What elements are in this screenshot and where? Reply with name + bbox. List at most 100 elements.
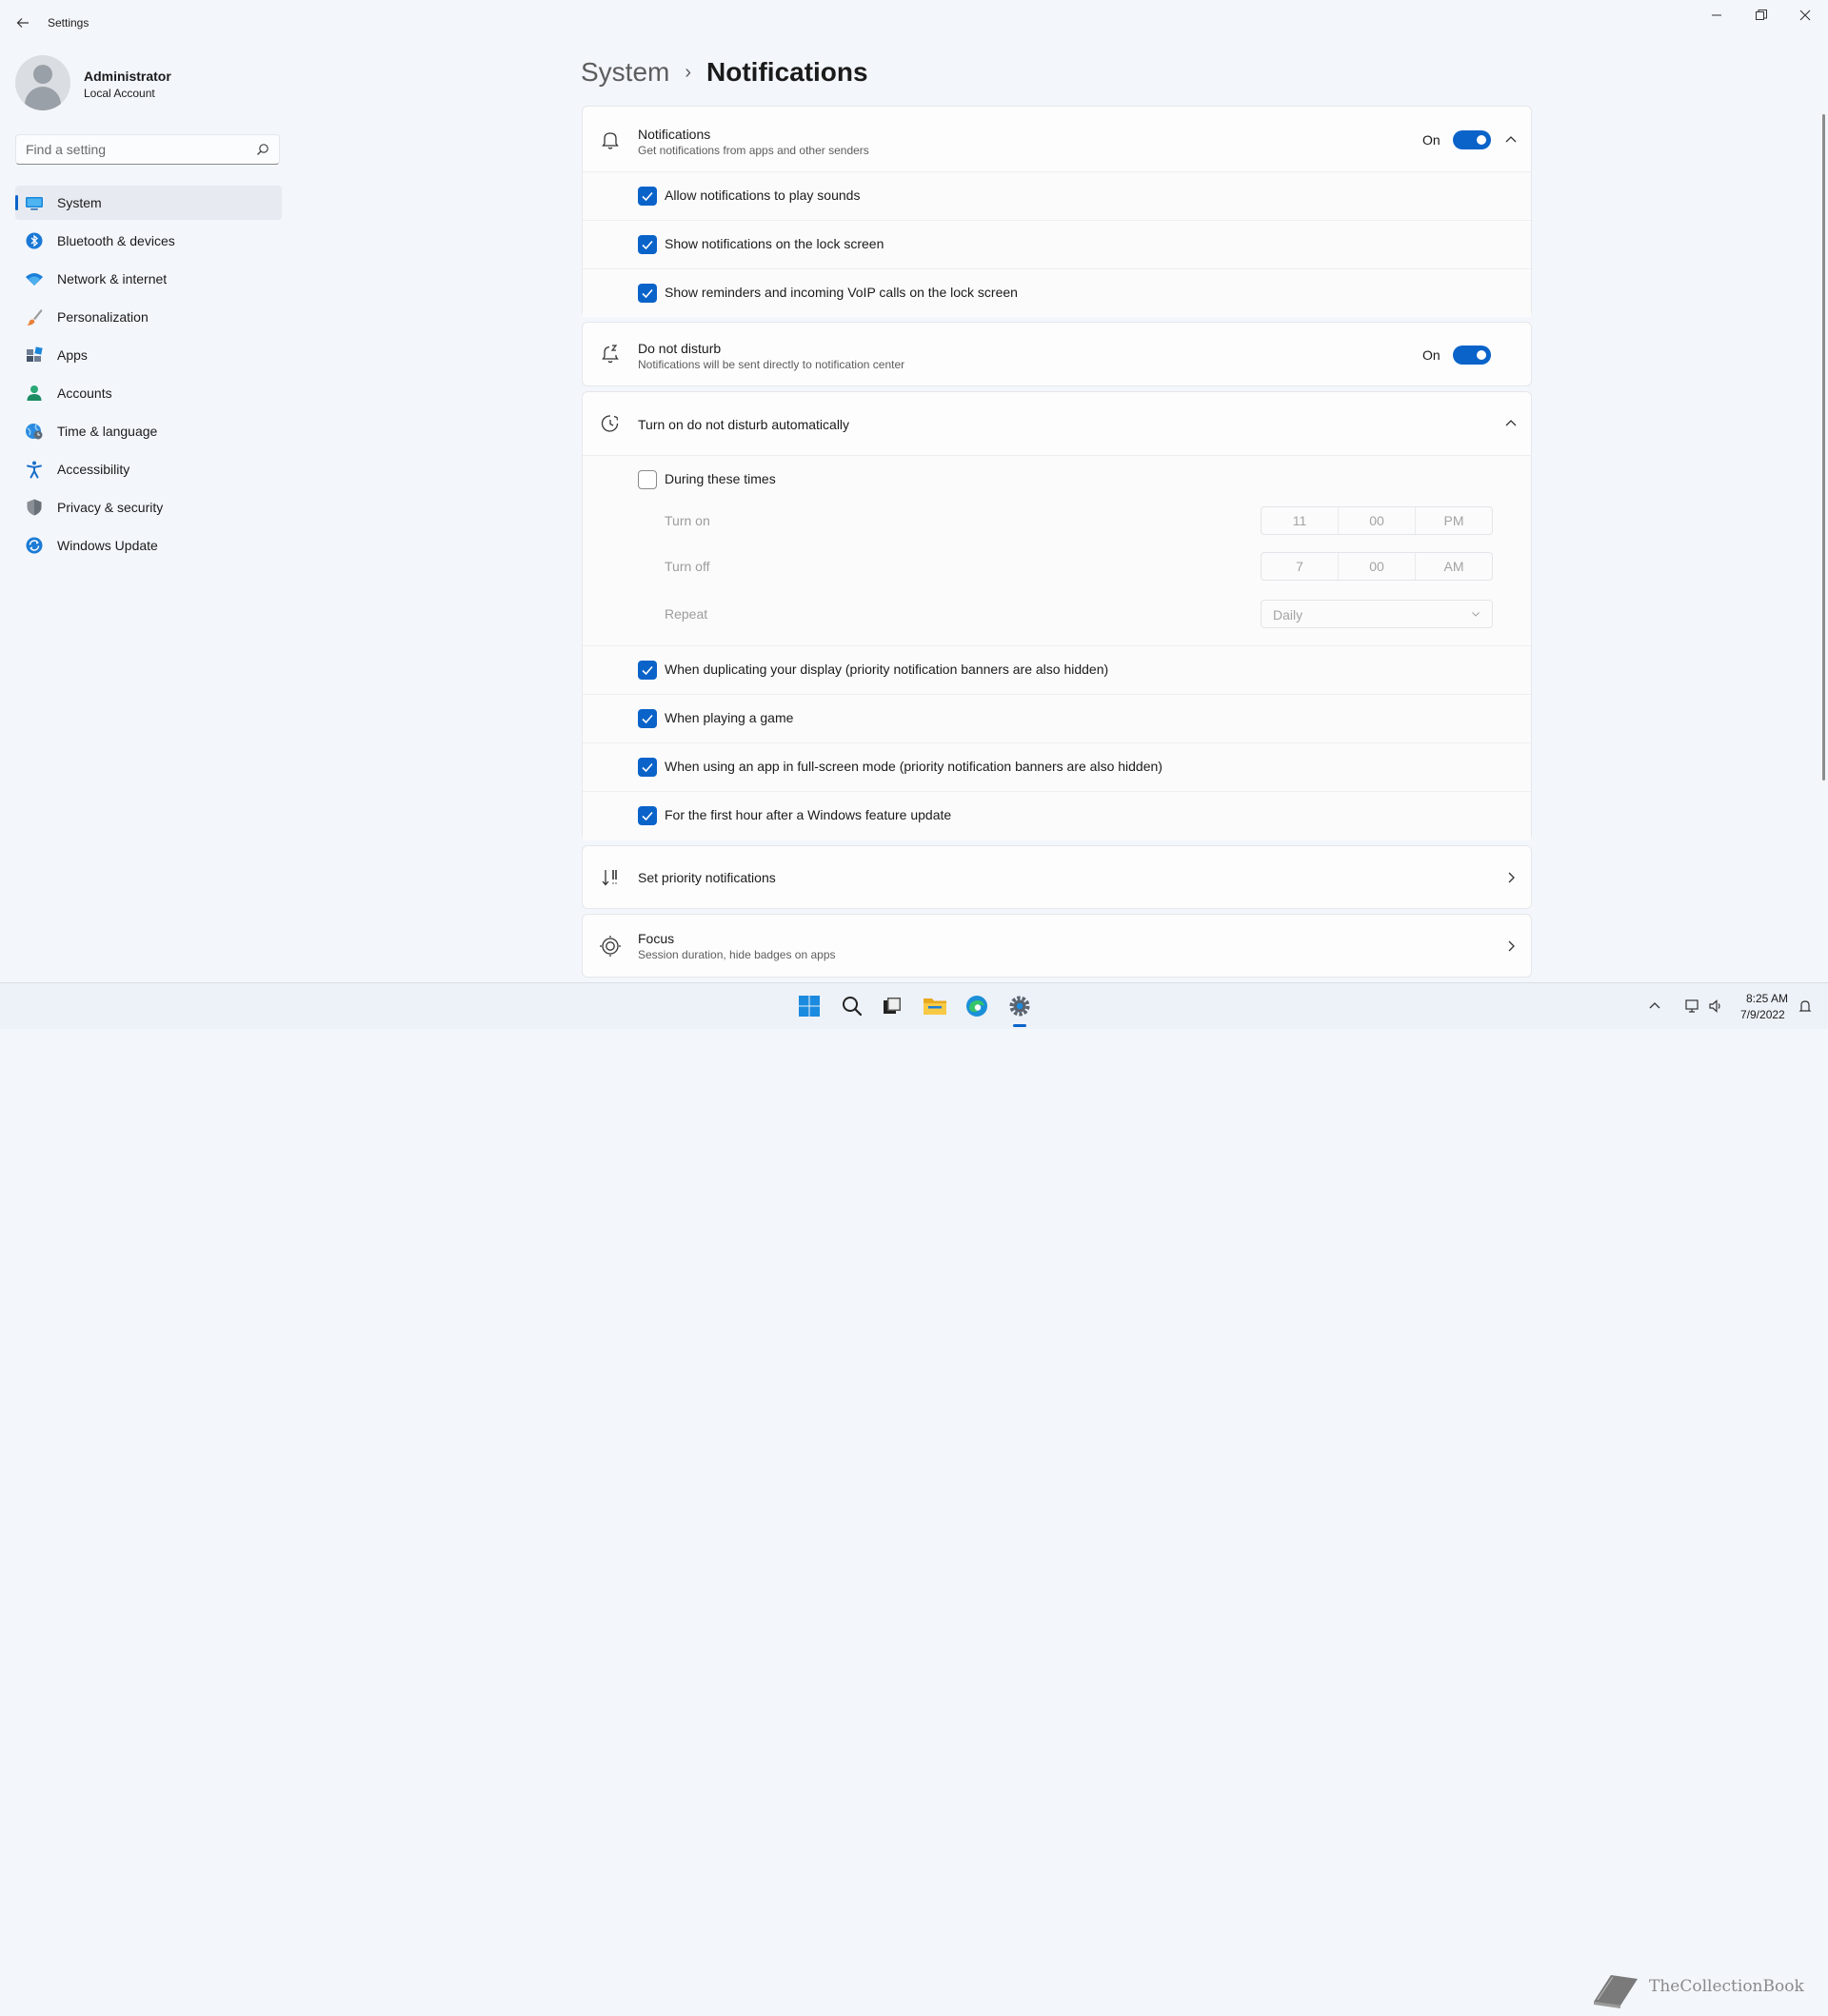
notifications-header[interactable]: Notifications Get notifications from app… <box>583 107 1531 171</box>
list-item: When duplicating your display (priority … <box>583 645 1531 694</box>
wifi-icon <box>26 273 43 286</box>
sidebar-item-personalization[interactable]: Personalization <box>15 300 282 334</box>
turn-off-label: Turn off <box>665 559 710 574</box>
list-item: Allow notifications to play sounds <box>583 171 1531 220</box>
repeat-dropdown[interactable]: Daily <box>1261 600 1493 628</box>
sidebar-item-apps[interactable]: Apps <box>15 338 282 372</box>
active-app-indicator <box>1013 1024 1026 1027</box>
bell-snooze-icon <box>602 345 619 364</box>
turn-on-hour[interactable]: 11 <box>1262 507 1339 534</box>
chevron-up-icon[interactable] <box>1503 132 1519 148</box>
restore-icon[interactable] <box>1739 0 1783 30</box>
watermark-logo: TheCollectionBook <box>1588 1966 1804 2011</box>
sidebar-item-windows-update[interactable]: Windows Update <box>15 528 282 563</box>
checkmark-icon <box>642 714 653 724</box>
settings-gear-icon[interactable] <box>1006 993 1033 1019</box>
checkbox-label: When duplicating your display (priority … <box>665 662 1109 677</box>
search-box[interactable] <box>15 134 280 165</box>
turn-on-minute[interactable]: 00 <box>1339 507 1416 534</box>
list-item: Show reminders and incoming VoIP calls o… <box>583 268 1531 317</box>
schedule-section: During these times Turn on 11 00 PM Turn… <box>583 455 1531 645</box>
sidebar-item-label: System <box>57 195 102 210</box>
list-item: For the first hour after a Windows featu… <box>583 791 1531 840</box>
user-profile[interactable]: Administrator Local Account <box>15 55 282 112</box>
checkmark-icon <box>642 191 653 202</box>
notifications-card: Notifications Get notifications from app… <box>582 106 1532 317</box>
auto-dnd-card: Turn on do not disturb automatically Dur… <box>582 391 1532 840</box>
focus-subtitle: Session duration, hide badges on apps <box>638 948 836 961</box>
active-indicator <box>15 195 18 210</box>
checkbox-play-sounds[interactable] <box>638 187 657 206</box>
chevron-up-tray-icon[interactable] <box>1647 998 1662 1014</box>
dnd-header: Do not disturb Notifications will be sen… <box>583 323 1531 385</box>
notification-center-icon[interactable] <box>1798 998 1813 1014</box>
auto-dnd-title: Turn on do not disturb automatically <box>638 417 850 432</box>
page-title: Notifications <box>706 57 868 87</box>
breadcrumb-parent[interactable]: System <box>581 57 669 88</box>
scrollbar[interactable] <box>1822 114 1825 781</box>
turn-on-time-picker[interactable]: 11 00 PM <box>1261 506 1493 535</box>
sidebar-item-bluetooth[interactable]: Bluetooth & devices <box>15 224 282 258</box>
globe-clock-icon <box>26 424 43 440</box>
windows-start-icon[interactable] <box>796 993 823 1019</box>
sidebar-item-accounts[interactable]: Accounts <box>15 376 282 410</box>
volume-icon[interactable] <box>1708 998 1723 1014</box>
edge-icon[interactable] <box>964 993 990 1019</box>
notifications-toggle[interactable] <box>1453 130 1491 149</box>
minimize-icon[interactable] <box>1695 0 1739 30</box>
sidebar-item-privacy[interactable]: Privacy & security <box>15 490 282 524</box>
checkbox-during-times[interactable] <box>638 470 657 489</box>
checkbox-label: When using an app in full-screen mode (p… <box>665 759 1162 774</box>
notifications-toggle-state: On <box>1422 132 1441 148</box>
sidebar-item-system[interactable]: System <box>15 186 282 220</box>
checkbox-playing-game[interactable] <box>638 709 657 728</box>
bell-icon <box>602 132 619 149</box>
clock-time[interactable]: 8:25 AM <box>1746 992 1788 1005</box>
sidebar-item-label: Windows Update <box>57 538 158 553</box>
checkbox-label: Show reminders and incoming VoIP calls o… <box>665 285 1018 300</box>
checkbox-label: For the first hour after a Windows featu… <box>665 807 952 822</box>
turn-off-time-picker[interactable]: 7 00 AM <box>1261 552 1493 581</box>
search-icon[interactable] <box>256 143 269 156</box>
file-explorer-icon[interactable] <box>922 993 948 1019</box>
priority-sort-icon <box>602 870 617 886</box>
turn-off-period[interactable]: AM <box>1416 553 1492 580</box>
close-icon[interactable] <box>1783 0 1827 30</box>
back-arrow-icon[interactable] <box>11 11 34 34</box>
checkbox-label: Show notifications on the lock screen <box>665 236 884 251</box>
turn-off-hour[interactable]: 7 <box>1262 553 1339 580</box>
turn-on-period[interactable]: PM <box>1416 507 1492 534</box>
checkbox-label: During these times <box>665 471 776 486</box>
clock-date[interactable]: 7/9/2022 <box>1740 1008 1785 1021</box>
shield-icon <box>27 499 42 516</box>
checkbox-label: When playing a game <box>665 710 794 725</box>
focus-card[interactable]: Focus Session duration, hide badges on a… <box>582 914 1532 978</box>
auto-dnd-header[interactable]: Turn on do not disturb automatically <box>583 392 1531 455</box>
sidebar-item-network[interactable]: Network & internet <box>15 262 282 296</box>
repeat-label: Repeat <box>665 606 708 622</box>
checkmark-icon <box>642 762 653 773</box>
dnd-card: Do not disturb Notifications will be sen… <box>582 322 1532 386</box>
turn-off-minute[interactable]: 00 <box>1339 553 1416 580</box>
checkmark-icon <box>642 811 653 821</box>
checkbox-lock-screen[interactable] <box>638 235 657 254</box>
checkbox-duplicating-display[interactable] <box>638 661 657 680</box>
sidebar-item-time-language[interactable]: Time & language <box>15 414 282 448</box>
chevron-up-icon[interactable] <box>1503 416 1519 431</box>
dnd-toggle[interactable] <box>1453 346 1491 365</box>
turn-on-label: Turn on <box>665 513 710 528</box>
dnd-toggle-state: On <box>1422 347 1441 363</box>
sidebar-nav: System Bluetooth & devices Network & int… <box>15 186 282 566</box>
bluetooth-icon <box>26 232 43 249</box>
checkbox-voip-reminders[interactable] <box>638 284 657 303</box>
search-icon[interactable] <box>839 993 865 1019</box>
priority-notifications-card[interactable]: Set priority notifications <box>582 845 1532 909</box>
network-icon[interactable] <box>1685 998 1700 1014</box>
checkbox-full-screen-app[interactable] <box>638 758 657 777</box>
search-input[interactable] <box>26 135 245 164</box>
sidebar-item-accessibility[interactable]: Accessibility <box>15 452 282 486</box>
task-view-icon[interactable] <box>879 993 905 1019</box>
list-item: When playing a game <box>583 694 1531 742</box>
checkbox-feature-update[interactable] <box>638 806 657 825</box>
sidebar-item-label: Accessibility <box>57 462 130 477</box>
